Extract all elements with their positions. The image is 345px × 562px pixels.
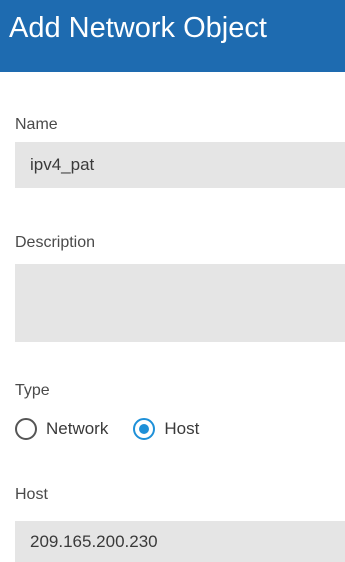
network-radio-button[interactable] [15, 418, 37, 440]
network-radio-label[interactable]: Network [46, 418, 108, 440]
name-input[interactable] [15, 142, 345, 188]
add-network-object-dialog: Add Network Object Name Description Type… [0, 0, 345, 562]
name-label: Name [15, 116, 58, 133]
host-radio-button[interactable] [133, 418, 156, 440]
type-option-network[interactable]: Network [15, 418, 108, 440]
type-option-host[interactable]: Host [133, 418, 199, 440]
description-label: Description [15, 234, 96, 251]
description-textarea[interactable] [15, 264, 345, 342]
host-input[interactable] [15, 521, 345, 562]
dialog-header: Add Network Object [0, 0, 345, 72]
type-label: Type [15, 382, 50, 399]
dialog-title: Add Network Object [9, 12, 267, 44]
type-radio-group: Network Host [15, 414, 199, 444]
host-label: Host [15, 486, 48, 503]
host-radio-label[interactable]: Host [164, 418, 199, 440]
